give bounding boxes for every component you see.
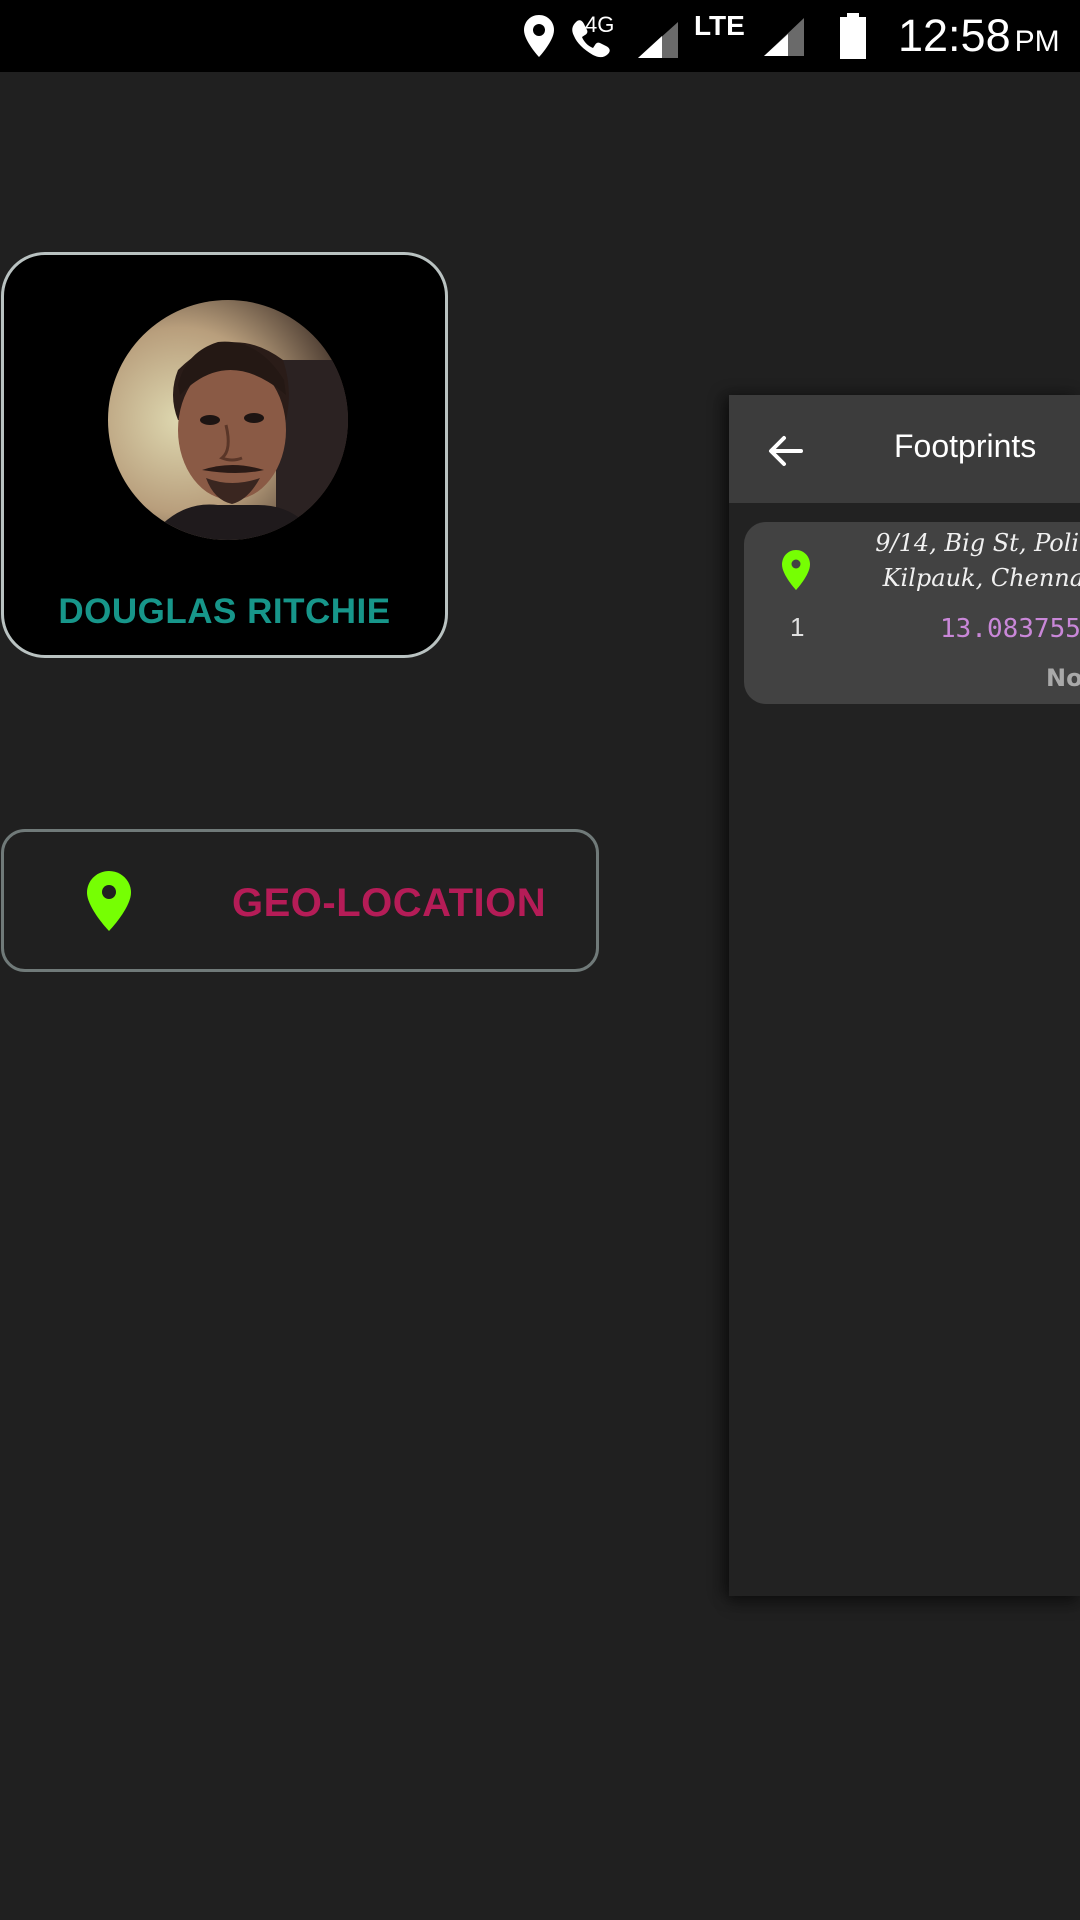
footprint-address: 9/14, Big St, Police Kilpauk, Chennai, <box>826 526 1080 596</box>
call-label: 4G <box>585 12 615 37</box>
location-pin-icon <box>524 15 554 57</box>
footprints-panel: Footprints 1 9/14, Big St, Police Kilpau… <box>729 395 1080 1596</box>
avatar[interactable] <box>108 300 348 540</box>
arrow-left-icon[interactable] <box>765 431 805 471</box>
geo-location-button[interactable]: GEO-LOCATION <box>1 829 599 972</box>
clock-ampm: PM <box>1014 25 1060 58</box>
footprint-coordinates: 13.083755 <box>940 614 1080 644</box>
clock-time: 12:58 <box>898 10 1011 61</box>
profile-name: DOUGLAS RITCHIE <box>58 592 391 631</box>
battery-icon <box>840 13 866 59</box>
geo-location-label: GEO-LOCATION <box>232 881 547 925</box>
footprint-index: 1 <box>790 612 805 642</box>
signal-icon <box>764 18 804 56</box>
footprint-address-line: 9/14, Big St, Police <box>875 529 1080 557</box>
network-label: LTE <box>694 10 745 41</box>
location-pin-icon <box>782 550 810 590</box>
footprint-address-line: Kilpauk, Chennai, <box>882 564 1080 592</box>
footprint-item[interactable]: 1 9/14, Big St, Police Kilpauk, Chennai,… <box>744 522 1080 704</box>
footprint-note: No <box>1046 664 1080 692</box>
status-bar: 4G LTE 12:58 PM <box>0 0 1080 72</box>
panel-header: Footprints <box>729 395 1080 503</box>
clock: 12:58 PM <box>898 10 1060 62</box>
panel-title: Footprints <box>894 428 1037 464</box>
signal-icon <box>638 22 678 58</box>
profile-card: DOUGLAS RITCHIE <box>1 252 448 658</box>
avatar-photo <box>108 300 348 540</box>
location-pin-icon <box>87 871 131 931</box>
